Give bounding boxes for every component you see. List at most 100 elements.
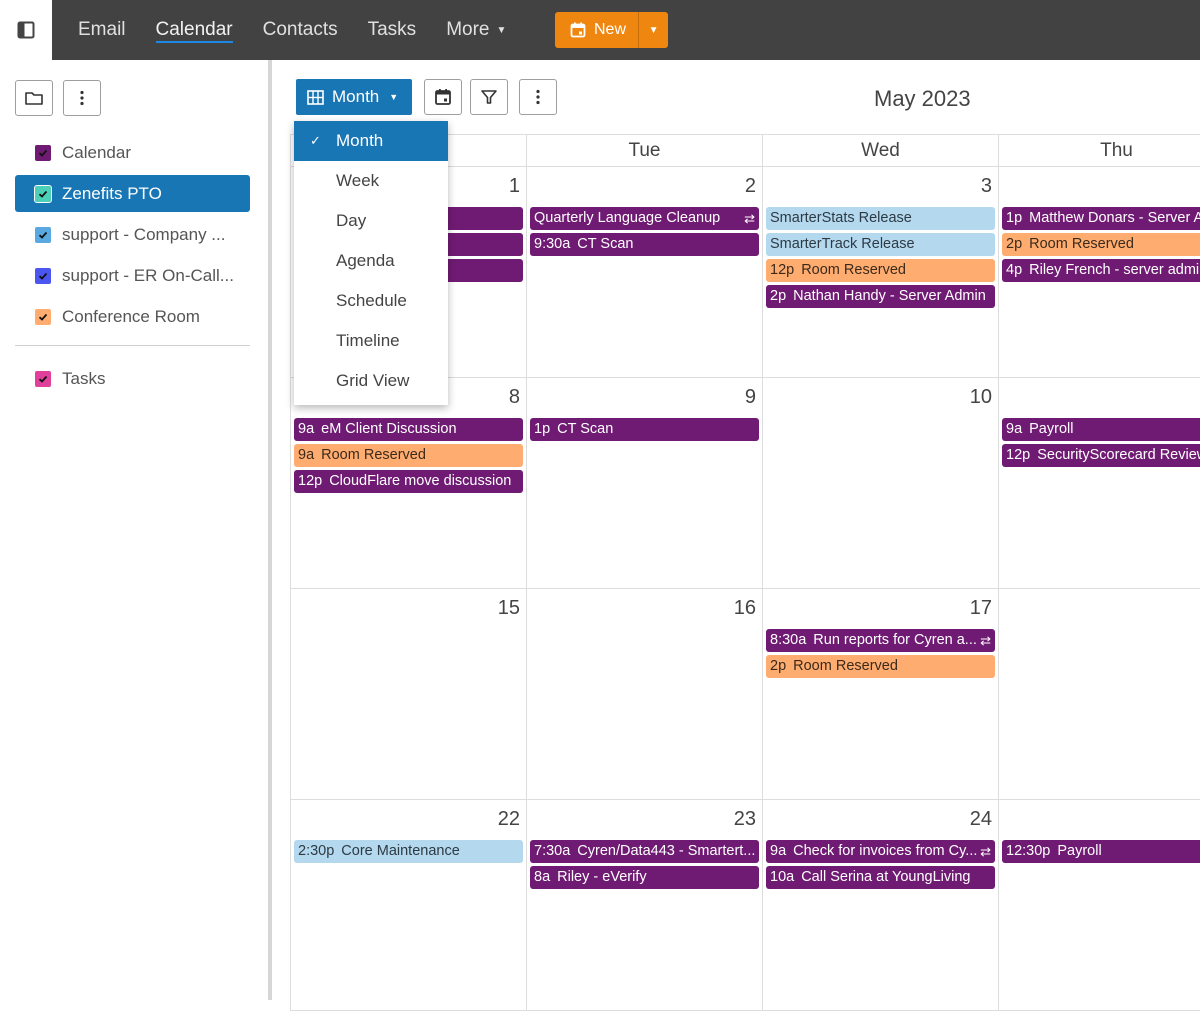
day-number[interactable]: 9 <box>745 386 756 409</box>
calendar-item[interactable]: Zenefits PTO <box>15 175 250 212</box>
event-title: Room Reserved <box>321 447 426 463</box>
view-menu-item[interactable]: Week <box>294 161 448 201</box>
day-number[interactable]: 24 <box>970 808 992 831</box>
calendar-checkbox[interactable] <box>35 370 51 387</box>
calendar-checkbox[interactable] <box>35 308 51 325</box>
calendar-event[interactable]: 2p Nathan Handy - Server Admin <box>766 285 995 308</box>
calendar-item[interactable]: support - ER On-Call... <box>15 257 250 294</box>
calendar-event[interactable]: 8a Riley - eVerify <box>530 866 759 889</box>
calendar-event[interactable]: SmarterTrack Release <box>766 233 995 256</box>
calendar-event[interactable]: 9:30a CT Scan <box>530 233 759 256</box>
calendar-event[interactable]: SmarterStats Release <box>766 207 995 230</box>
new-button[interactable]: New <box>555 12 638 48</box>
event-time: 8:30a <box>770 632 807 648</box>
day-cell[interactable]: 2 Quarterly Language Cleanup ⇄ 9:30a CT Scan <box>526 167 762 378</box>
toolbar-more-button[interactable] <box>519 79 557 115</box>
sidebar-splitter[interactable] <box>268 60 272 1000</box>
day-number[interactable]: 22 <box>498 808 520 831</box>
event-time: 9a <box>1006 421 1023 437</box>
day-number[interactable]: 17 <box>970 597 992 620</box>
calendar-item[interactable]: Tasks <box>15 360 250 397</box>
calendar-event[interactable]: 12p SecurityScorecard Review <box>1002 444 1200 467</box>
calendar-event[interactable]: 12p CloudFlare move discussion <box>294 470 523 493</box>
day-cell[interactable]: 3 SmarterStats Release SmarterTrack Releas… <box>762 167 998 378</box>
check-icon <box>38 149 48 157</box>
calendar-event[interactable]: 9a Payroll <box>1002 418 1200 441</box>
today-button[interactable] <box>424 79 462 115</box>
calendar-item[interactable]: Conference Room <box>15 298 250 335</box>
event-title: Cyren/Data443 - Smartert... <box>577 843 756 859</box>
calendar-event[interactable]: 1p Matthew Donars - Server Admin <box>1002 207 1200 230</box>
day-number[interactable]: 8 <box>509 386 520 409</box>
calendar-item-label: Conference Room <box>62 306 200 326</box>
view-selector-button[interactable]: Month ▼ <box>296 79 412 115</box>
day-number[interactable]: 2 <box>745 175 756 198</box>
calendar-event[interactable]: 2p Room Reserved <box>1002 233 1200 256</box>
sidebar-toggle-button[interactable] <box>0 0 52 60</box>
day-cell[interactable]: 24 9a Check for invoices from Cy... ⇄ 10a Cal… <box>762 800 998 1011</box>
day-number[interactable]: 10 <box>970 386 992 409</box>
calendar-event[interactable]: 10a Call Serina at YoungLiving <box>766 866 995 889</box>
day-cell[interactable]: 17 8:30a Run reports for Cyren a... ⇄ 2p Room… <box>762 589 998 800</box>
calendar-event[interactable]: 4p Riley French - server admin <box>1002 259 1200 282</box>
calendar-checkbox[interactable] <box>35 267 51 284</box>
calendar-event[interactable]: 2:30p Core Maintenance <box>294 840 523 863</box>
view-menu-item[interactable]: Schedule <box>294 281 448 321</box>
day-number[interactable]: 23 <box>734 808 756 831</box>
view-menu-item[interactable]: Agenda <box>294 241 448 281</box>
view-menu-item[interactable]: ✓ Month <box>294 121 448 161</box>
day-cell[interactable]: 15 <box>290 589 526 800</box>
view-menu-item[interactable]: Day <box>294 201 448 241</box>
check-icon <box>38 231 48 239</box>
calendar-item[interactable]: Calendar <box>15 134 250 171</box>
filter-button[interactable] <box>470 79 508 115</box>
day-cell[interactable]: 10 <box>762 378 998 589</box>
day-cell[interactable]: 23 7:30a Cyren/Data443 - Smartert... 8a Rile… <box>526 800 762 1011</box>
calendar-checkbox[interactable] <box>34 184 52 203</box>
recurring-icon: ⇄ <box>744 211 755 226</box>
calendar-event[interactable]: 9a Check for invoices from Cy... ⇄ <box>766 840 995 863</box>
calendar-event[interactable]: 2p Room Reserved <box>766 655 995 678</box>
view-menu-item[interactable]: Timeline <box>294 321 448 361</box>
calendar-event[interactable]: Quarterly Language Cleanup ⇄ <box>530 207 759 230</box>
calendar-event[interactable]: 12p Room Reserved <box>766 259 995 282</box>
day-cell[interactable]: 9a Payroll 12p SecurityScorecard Review <box>998 378 1200 589</box>
day-cell[interactable]: 22 2:30p Core Maintenance <box>290 800 526 1011</box>
view-menu-item-label: Agenda <box>336 251 395 270</box>
calendar-checkbox[interactable] <box>35 144 51 161</box>
day-number[interactable]: 15 <box>498 597 520 620</box>
view-menu-item[interactable]: Grid View <box>294 361 448 401</box>
nav-contacts[interactable]: Contacts <box>263 0 338 60</box>
event-time: 10a <box>770 869 795 885</box>
event-time: 12:30p <box>1006 843 1051 859</box>
day-cell[interactable]: 9 1p CT Scan <box>526 378 762 589</box>
new-dropdown-button[interactable]: ▼ <box>638 12 668 48</box>
calendar-event[interactable]: 9a Room Reserved <box>294 444 523 467</box>
day-number[interactable]: 1 <box>509 175 520 198</box>
calendar-today-icon <box>435 89 451 105</box>
calendar-event[interactable]: 1p CT Scan <box>530 418 759 441</box>
day-cell[interactable]: 8 9a eM Client Discussion 9a Room Reserved 12… <box>290 378 526 589</box>
calendar-event[interactable]: 12:30p Payroll <box>1002 840 1200 863</box>
grid-icon <box>307 89 324 105</box>
calendar-event[interactable]: 9a eM Client Discussion <box>294 418 523 441</box>
nav-more[interactable]: More ▼ <box>446 0 506 60</box>
weekday-header-cell: Tue <box>526 135 762 167</box>
calendar-event[interactable]: 8:30a Run reports for Cyren a... ⇄ <box>766 629 995 652</box>
event-title: Room Reserved <box>793 658 898 674</box>
day-cell[interactable] <box>998 589 1200 800</box>
nav-tasks[interactable]: Tasks <box>368 0 417 60</box>
day-cell[interactable]: 12:30p Payroll <box>998 800 1200 1011</box>
sidebar-more-button[interactable] <box>63 80 101 116</box>
day-number[interactable]: 3 <box>981 175 992 198</box>
calendar-event[interactable]: 7:30a Cyren/Data443 - Smartert... <box>530 840 759 863</box>
nav-email[interactable]: Email <box>78 0 126 60</box>
day-number[interactable]: 16 <box>734 597 756 620</box>
folder-button[interactable] <box>15 80 53 116</box>
day-cell[interactable]: 1p Matthew Donars - Server Admin 2p Room Re… <box>998 167 1200 378</box>
check-icon: ✓ <box>310 133 321 148</box>
calendar-item[interactable]: support - Company ... <box>15 216 250 253</box>
calendar-checkbox[interactable] <box>35 226 51 243</box>
nav-calendar[interactable]: Calendar <box>155 0 233 60</box>
day-cell[interactable]: 16 <box>526 589 762 800</box>
